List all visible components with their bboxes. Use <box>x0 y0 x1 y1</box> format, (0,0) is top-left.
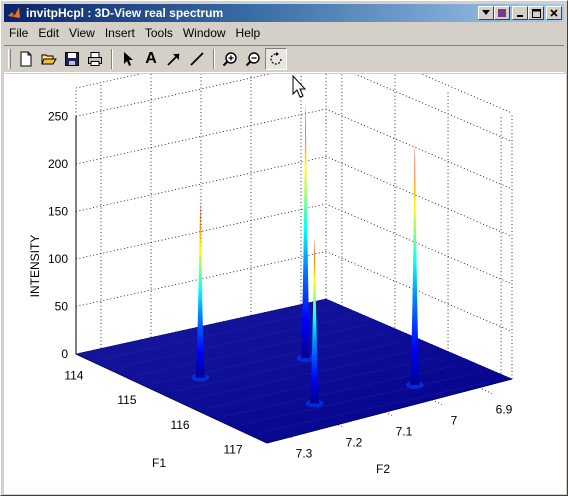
open-folder-icon <box>41 54 57 65</box>
zoom-out-button[interactable] <box>242 48 264 70</box>
figure-window: invitpHcpl : 3D-View real spectrum File … <box>0 0 568 496</box>
surface-floor <box>75 298 513 444</box>
save-icon <box>65 52 79 66</box>
zoom-in-button[interactable] <box>219 48 241 70</box>
print-button[interactable] <box>84 48 106 70</box>
toolbar-separator <box>111 49 113 69</box>
print-icon <box>88 52 102 66</box>
z-tick-label: 0 <box>61 347 68 361</box>
menu-edit[interactable]: Edit <box>33 24 64 42</box>
dock-icon <box>482 10 490 15</box>
close-button[interactable] <box>546 6 562 20</box>
f2-tick-label: 6.9 <box>496 403 513 417</box>
insert-text-button[interactable]: A <box>140 48 162 70</box>
select-arrow-icon <box>124 52 133 66</box>
mouse-cursor-icon <box>292 74 307 98</box>
f1-tick-label: 117 <box>224 443 243 457</box>
save-button[interactable] <box>61 48 83 70</box>
insert-text-icon: A <box>145 50 157 67</box>
surface-plot[interactable]: 0 50 100 150 200 250 114 115 116 117 6.9 7 7.1 7.2 7.3… <box>4 32 566 494</box>
f2-tick-label: 7.1 <box>396 425 413 439</box>
figure-canvas[interactable]: 0 50 100 150 200 250 114 115 116 117 6.9 7 7.1 7.2 7.3… <box>4 32 566 494</box>
f1-tick-label: 115 <box>117 393 136 407</box>
z-tick-label: 50 <box>55 300 69 314</box>
dock-button[interactable] <box>478 6 494 20</box>
f1-tick-label: 114 <box>64 368 83 382</box>
maximize-icon <box>531 8 541 18</box>
minimize-icon <box>517 15 523 17</box>
title-bar[interactable]: invitpHcpl : 3D-View real spectrum <box>4 4 564 22</box>
rotate-3d-icon <box>270 52 282 65</box>
insert-line-icon <box>190 52 204 66</box>
spectrum-peak <box>195 201 205 378</box>
z-tick-label: 150 <box>48 205 68 219</box>
zoom-in-icon <box>222 52 237 67</box>
f2-tick-label: 7.2 <box>346 436 363 450</box>
window-title: invitpHcpl : 3D-View real spectrum <box>26 6 224 20</box>
matlab-logo-icon <box>6 5 22 21</box>
z-grid-line <box>75 108 513 190</box>
z-grid-line <box>75 156 513 237</box>
f2-tick-label: 7.3 <box>296 447 313 461</box>
menu-file[interactable]: File <box>4 24 33 42</box>
surface-base <box>75 298 513 444</box>
toolbar-separator <box>213 49 215 69</box>
zoom-out-icon <box>245 52 260 67</box>
insert-arrow-icon <box>167 53 180 66</box>
toolbar-grip[interactable] <box>8 49 11 69</box>
z-tick-label: 200 <box>48 157 68 171</box>
f1-axis-label: F1 <box>152 456 166 470</box>
open-file-button[interactable] <box>38 48 60 70</box>
f1-tick-label: 116 <box>170 418 189 432</box>
matlab-menu-button[interactable] <box>494 6 510 20</box>
menu-window[interactable]: Window <box>178 24 231 42</box>
minimize-button[interactable] <box>512 6 528 20</box>
f2-tick-label: 7 <box>451 414 458 428</box>
menu-tools[interactable]: Tools <box>140 24 178 42</box>
new-file-button[interactable] <box>15 48 37 70</box>
menu-help[interactable]: Help <box>231 24 266 42</box>
menu-insert[interactable]: Insert <box>100 24 140 42</box>
select-button[interactable] <box>117 48 139 70</box>
menu-view[interactable]: View <box>64 24 100 42</box>
maximize-button[interactable] <box>528 6 544 20</box>
z-tick-label: 100 <box>48 252 68 266</box>
z-grid-line <box>75 203 513 285</box>
spectrum-peak <box>410 142 420 385</box>
matlab-small-icon <box>498 9 506 17</box>
spectrum-peak <box>301 101 311 359</box>
grid-line <box>325 32 513 114</box>
figure-toolbar: A <box>4 45 564 73</box>
z-tick-label: 250 <box>48 110 68 124</box>
z-axis-label: INTENSITY <box>28 235 42 298</box>
insert-line-button[interactable] <box>186 48 208 70</box>
close-icon <box>550 9 558 17</box>
rotate-3d-button[interactable] <box>265 48 287 70</box>
insert-arrow-button[interactable] <box>163 48 185 70</box>
f2-axis-label: F2 <box>376 462 390 476</box>
menu-bar: File Edit View Insert Tools Window Help <box>4 24 265 42</box>
new-file-icon <box>20 51 32 67</box>
